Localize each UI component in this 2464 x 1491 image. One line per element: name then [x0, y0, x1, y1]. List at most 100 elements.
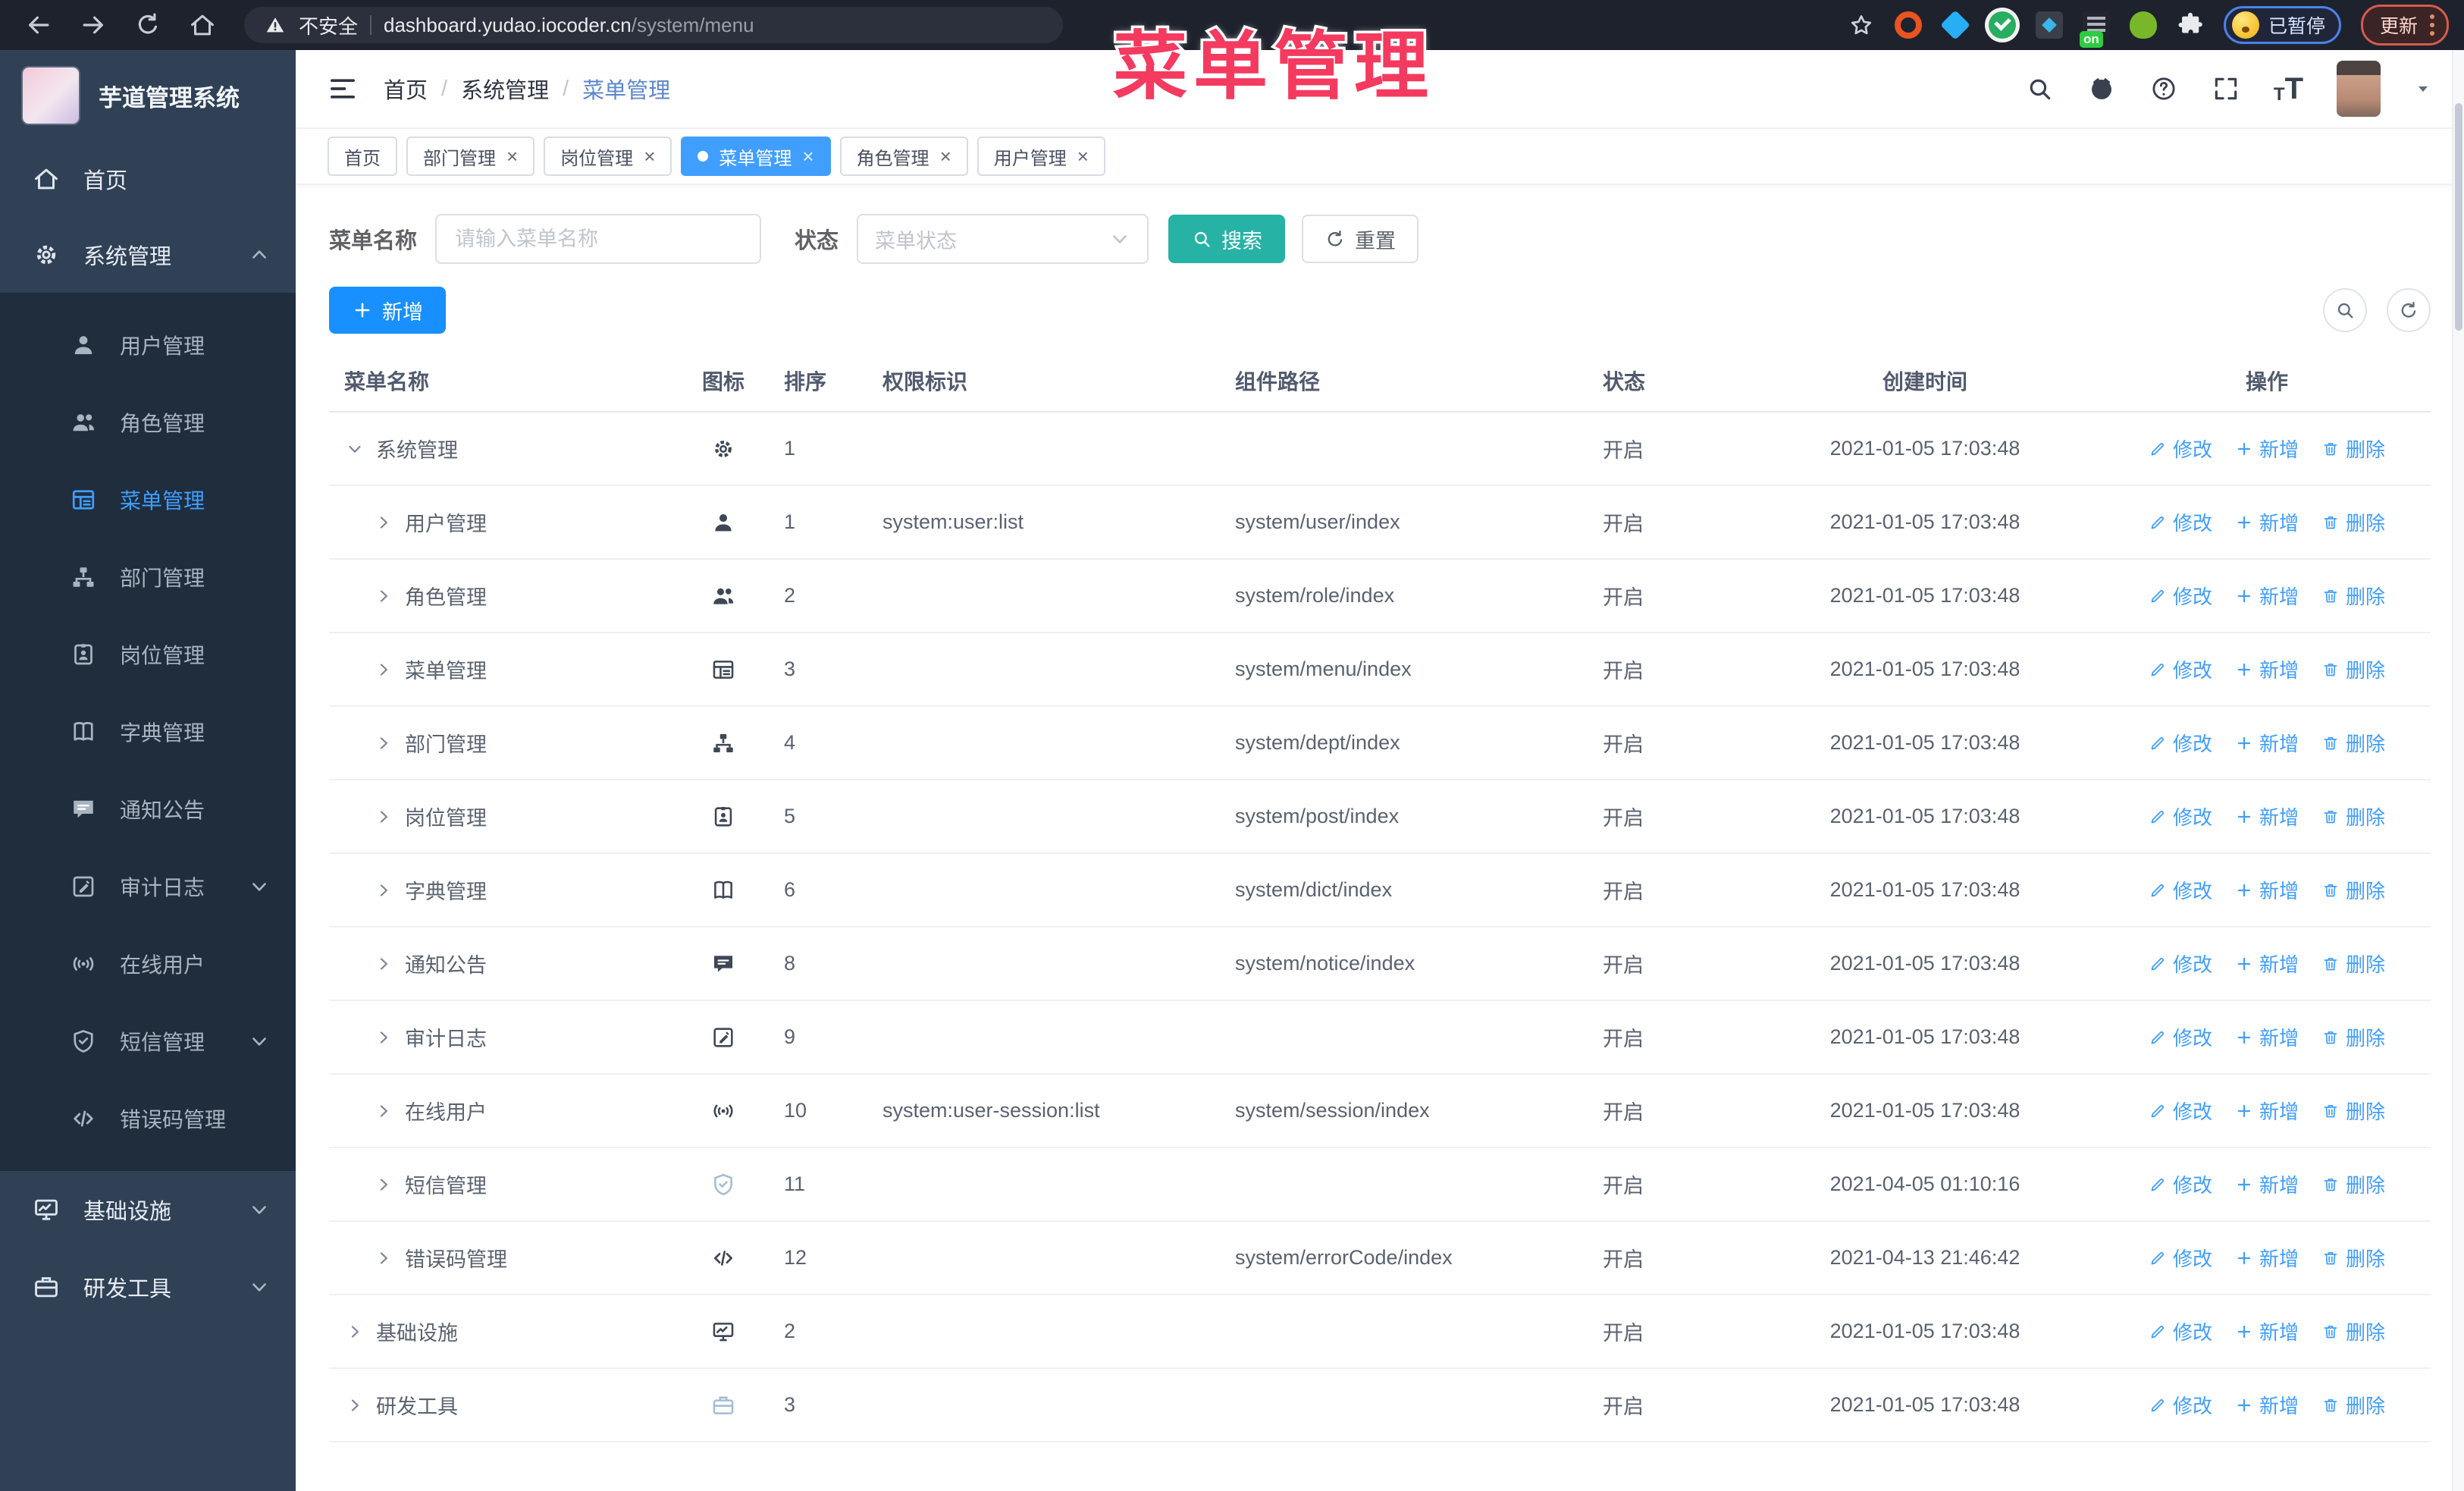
add-row-button[interactable]: 新增 [2235, 1023, 2299, 1051]
scrollbar[interactable] [2452, 50, 2464, 1491]
profile-paused-badge[interactable]: 已暂停 [2223, 6, 2341, 44]
sidebar-item-sms[interactable]: 短信管理 [0, 1003, 296, 1080]
chevron-right-icon[interactable] [375, 587, 393, 605]
sidebar-item-notice[interactable]: 通知公告 [0, 771, 296, 848]
sidebar-item-system[interactable]: 系统管理 [0, 217, 296, 293]
close-icon[interactable]: × [506, 146, 518, 166]
app-logo-row[interactable]: 芋道管理系统 [0, 50, 296, 141]
sidebar-item-errcode[interactable]: 错误码管理 [0, 1080, 296, 1157]
delete-button[interactable]: 删除 [2321, 876, 2385, 904]
address-bar[interactable]: 不安全 dashboard.yudao.iocoder.cn/system/me… [244, 7, 1063, 43]
edit-button[interactable]: 修改 [2149, 729, 2212, 757]
close-icon[interactable]: × [940, 146, 951, 166]
sidebar-item-audit[interactable]: 审计日志 [0, 848, 296, 925]
font-size-icon[interactable]: TT [2274, 74, 2303, 104]
add-row-button[interactable]: 新增 [2235, 1170, 2299, 1198]
add-row-button[interactable]: 新增 [2235, 802, 2299, 830]
tab-role[interactable]: 角色管理 × [839, 137, 968, 176]
add-button[interactable]: 新增 [329, 287, 446, 334]
chevron-right-icon[interactable] [375, 808, 393, 826]
chevron-right-icon[interactable] [375, 1176, 393, 1194]
edit-button[interactable]: 修改 [2149, 876, 2212, 904]
add-row-button[interactable]: 新增 [2235, 435, 2299, 463]
delete-button[interactable]: 删除 [2321, 1244, 2385, 1272]
chevron-right-icon[interactable] [375, 955, 393, 973]
extension-ubuntu-icon[interactable] [1894, 11, 1922, 39]
sidebar-item-home[interactable]: 首页 [0, 141, 296, 217]
add-row-button[interactable]: 新增 [2235, 1097, 2299, 1125]
chevron-right-icon[interactable] [375, 661, 393, 679]
caret-down-icon[interactable] [2414, 80, 2432, 98]
edit-button[interactable]: 修改 [2149, 655, 2212, 683]
chevron-right-icon[interactable] [375, 734, 393, 752]
add-row-button[interactable]: 新增 [2235, 1244, 2299, 1272]
tab-home[interactable]: 首页 [328, 137, 397, 176]
tab-post[interactable]: 岗位管理 × [544, 137, 672, 176]
search-button[interactable]: 搜索 [1168, 215, 1286, 263]
add-row-button[interactable]: 新增 [2235, 729, 2299, 757]
close-icon[interactable]: × [644, 146, 655, 166]
extension-gem-icon[interactable] [1940, 10, 1970, 40]
add-row-button[interactable]: 新增 [2235, 508, 2299, 536]
chevron-right-icon[interactable] [375, 1249, 393, 1267]
chevron-right-icon[interactable] [375, 1028, 393, 1047]
delete-button[interactable]: 删除 [2321, 435, 2385, 463]
delete-button[interactable]: 删除 [2321, 1023, 2385, 1051]
user-avatar[interactable] [2337, 61, 2381, 117]
browser-back-button[interactable] [24, 11, 53, 39]
chevron-down-icon[interactable] [346, 440, 364, 458]
delete-button[interactable]: 删除 [2321, 729, 2385, 757]
breadcrumb-item[interactable]: 系统管理 [461, 73, 549, 105]
delete-button[interactable]: 删除 [2321, 802, 2385, 830]
edit-button[interactable]: 修改 [2149, 950, 2212, 978]
chevron-right-icon[interactable] [346, 1323, 364, 1341]
delete-button[interactable]: 删除 [2321, 582, 2385, 610]
sidebar-fold-icon[interactable] [328, 74, 358, 104]
chevron-right-icon[interactable] [375, 513, 393, 532]
sidebar-item-menu[interactable]: 菜单管理 [0, 461, 296, 538]
reset-button[interactable]: 重置 [1302, 215, 1419, 263]
github-icon[interactable] [2087, 74, 2116, 103]
extension-grid-icon[interactable] [2035, 11, 2063, 39]
extension-green-icon[interactable] [2129, 11, 2157, 39]
breadcrumb-item[interactable]: 首页 [384, 73, 428, 105]
browser-forward-button[interactable] [79, 11, 108, 39]
sidebar-item-online[interactable]: 在线用户 [0, 925, 296, 1003]
chevron-right-icon[interactable] [375, 881, 393, 899]
sidebar-item-user[interactable]: 用户管理 [0, 306, 296, 384]
close-icon[interactable]: × [1077, 146, 1089, 166]
sidebar-item-infra[interactable]: 基础设施 [0, 1171, 296, 1248]
edit-button[interactable]: 修改 [2149, 1097, 2212, 1125]
tab-menu[interactable]: 菜单管理 × [681, 137, 831, 176]
fullscreen-icon[interactable] [2212, 74, 2240, 103]
extension-tabs-icon[interactable]: on [2079, 11, 2110, 48]
delete-button[interactable]: 删除 [2321, 1170, 2385, 1198]
edit-button[interactable]: 修改 [2149, 1170, 2212, 1198]
sidebar-item-dept[interactable]: 部门管理 [0, 538, 296, 616]
add-row-button[interactable]: 新增 [2235, 950, 2299, 978]
tab-user[interactable]: 用户管理 × [977, 137, 1105, 176]
browser-update-button[interactable]: 更新 [2360, 5, 2449, 46]
sidebar-item-devtool[interactable]: 研发工具 [0, 1248, 296, 1326]
bookmark-star-icon[interactable] [1848, 11, 1875, 39]
edit-button[interactable]: 修改 [2149, 1391, 2212, 1419]
browser-home-button[interactable] [188, 11, 217, 39]
delete-button[interactable]: 删除 [2321, 950, 2385, 978]
menu-name-input[interactable] [435, 214, 762, 264]
delete-button[interactable]: 删除 [2321, 1097, 2385, 1125]
browser-reload-button[interactable] [133, 11, 162, 39]
edit-button[interactable]: 修改 [2149, 802, 2212, 830]
edit-button[interactable]: 修改 [2149, 508, 2212, 536]
add-row-button[interactable]: 新增 [2235, 655, 2299, 683]
sidebar-item-dict[interactable]: 字典管理 [0, 693, 296, 771]
sidebar-item-role[interactable]: 角色管理 [0, 384, 296, 461]
chevron-right-icon[interactable] [375, 1102, 393, 1120]
delete-button[interactable]: 删除 [2321, 655, 2385, 683]
search-icon[interactable] [2025, 74, 2054, 103]
delete-button[interactable]: 删除 [2321, 508, 2385, 536]
status-select[interactable]: 菜单状态 [857, 214, 1149, 264]
edit-button[interactable]: 修改 [2149, 582, 2212, 610]
browser-menu-dots-icon[interactable] [2430, 14, 2434, 36]
toggle-search-button[interactable] [2323, 288, 2367, 332]
close-icon[interactable]: × [802, 146, 813, 166]
